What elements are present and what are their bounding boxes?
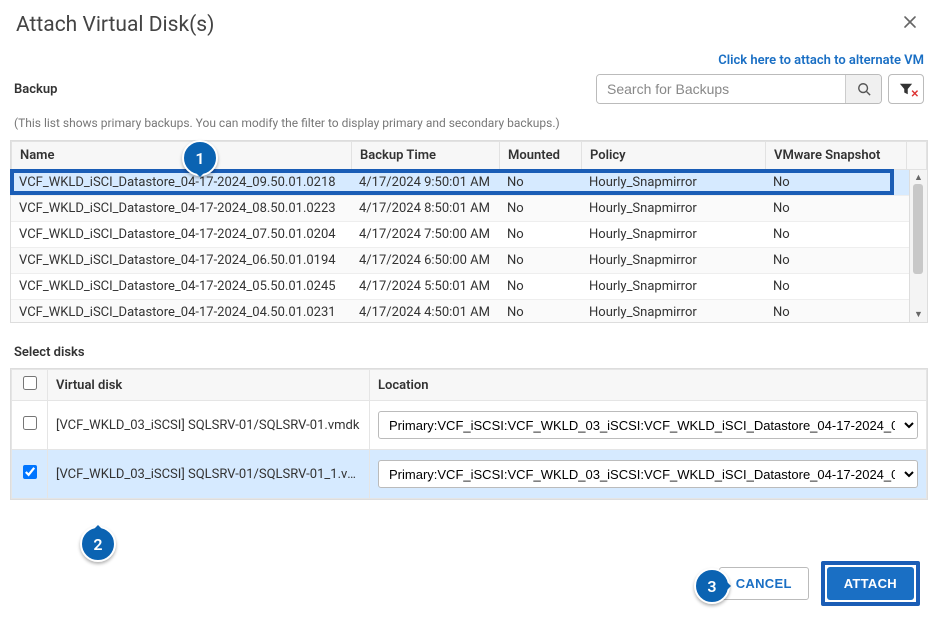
attach-button-highlight: ATTACH: [821, 561, 920, 606]
backup-cell-name: VCF_WKLD_iSCI_Datastore_04-17-2024_06.50…: [11, 248, 351, 274]
filter-clear-icon: ✕: [911, 89, 919, 100]
backup-cell-name: VCF_WKLD_iSCI_Datastore_04-17-2024_04.50…: [11, 300, 351, 323]
backup-cell-snapshot: No: [765, 300, 909, 323]
select-all-disks-checkbox[interactable]: [23, 376, 37, 390]
backup-cell-mounted: No: [499, 248, 581, 274]
col-name[interactable]: Name: [12, 142, 352, 170]
disk-checkbox[interactable]: [23, 465, 37, 479]
search-icon: [857, 82, 871, 96]
col-backup-time[interactable]: Backup Time: [352, 142, 500, 170]
search-input[interactable]: [597, 75, 845, 103]
scroll-thumb[interactable]: [913, 184, 923, 274]
scroll-down-icon[interactable]: ▼: [910, 309, 927, 320]
search-button[interactable]: [845, 75, 881, 103]
scroll-up-icon[interactable]: ▲: [910, 172, 927, 183]
backup-row[interactable]: VCF_WKLD_iSCI_Datastore_04-17-2024_07.50…: [11, 222, 909, 248]
col-mounted[interactable]: Mounted: [500, 142, 582, 170]
col-location[interactable]: Location: [370, 370, 927, 401]
filter-button[interactable]: ✕: [888, 74, 924, 104]
backup-cell-snapshot: No: [765, 274, 909, 300]
callout-2: 2: [80, 526, 118, 574]
disk-row[interactable]: [VCF_WKLD_03_iSCSI] SQLSRV-01/SQLSRV-01_…: [12, 450, 927, 499]
disk-name: [VCF_WKLD_03_iSCSI] SQLSRV-01/SQLSRV-01_…: [48, 450, 370, 499]
backup-hint: (This list shows primary backups. You ca…: [10, 110, 928, 140]
close-icon[interactable]: [896, 12, 924, 37]
backup-row[interactable]: VCF_WKLD_iSCI_Datastore_04-17-2024_08.50…: [11, 196, 909, 222]
backup-row[interactable]: VCF_WKLD_iSCI_Datastore_04-17-2024_06.50…: [11, 248, 909, 274]
backup-cell-mounted: No: [499, 196, 581, 222]
backup-section-label: Backup: [14, 82, 57, 97]
backup-cell-name: VCF_WKLD_iSCI_Datastore_04-17-2024_08.50…: [11, 196, 351, 222]
disk-location-select[interactable]: Primary:VCF_iSCSI:VCF_WKLD_03_iSCSI:VCF_…: [378, 460, 918, 488]
backup-cell-policy: Hourly_Snapmirror: [581, 274, 765, 300]
backup-cell-snapshot: No: [765, 170, 909, 196]
backup-row[interactable]: VCF_WKLD_iSCI_Datastore_04-17-2024_04.50…: [11, 300, 909, 323]
col-snapshot[interactable]: VMware Snapshot: [766, 142, 907, 170]
backup-cell-time: 4/17/2024 4:50:01 AM: [351, 300, 499, 323]
disks-table: Virtual disk Location [VCF_WKLD_03_iSCSI…: [10, 368, 928, 500]
disk-row[interactable]: [VCF_WKLD_03_iSCSI] SQLSRV-01/SQLSRV-01.…: [12, 401, 927, 450]
col-policy[interactable]: Policy: [582, 142, 766, 170]
backup-cell-policy: Hourly_Snapmirror: [581, 170, 765, 196]
backup-cell-mounted: No: [499, 300, 581, 323]
backup-cell-time: 4/17/2024 9:50:01 AM: [351, 170, 499, 196]
backup-scrollbar[interactable]: ▲ ▼: [909, 170, 927, 322]
cancel-button[interactable]: CANCEL: [719, 567, 809, 600]
backup-cell-time: 4/17/2024 8:50:01 AM: [351, 196, 499, 222]
backup-cell-time: 4/17/2024 6:50:00 AM: [351, 248, 499, 274]
backup-cell-policy: Hourly_Snapmirror: [581, 222, 765, 248]
backup-cell-snapshot: No: [765, 196, 909, 222]
select-disks-label: Select disks: [10, 323, 928, 368]
backup-cell-mounted: No: [499, 170, 581, 196]
backup-cell-time: 4/17/2024 5:50:01 AM: [351, 274, 499, 300]
backup-cell-policy: Hourly_Snapmirror: [581, 300, 765, 323]
attach-alternate-vm-link[interactable]: Click here to attach to alternate VM: [718, 53, 924, 68]
backup-table: Name Backup Time Mounted Policy VMware S…: [10, 140, 928, 323]
disk-location-select[interactable]: Primary:VCF_iSCSI:VCF_WKLD_03_iSCSI:VCF_…: [378, 411, 918, 439]
dialog-title: Attach Virtual Disk(s): [16, 13, 214, 37]
backup-cell-name: VCF_WKLD_iSCI_Datastore_04-17-2024_05.50…: [11, 274, 351, 300]
disk-name: [VCF_WKLD_03_iSCSI] SQLSRV-01/SQLSRV-01.…: [48, 401, 370, 450]
backup-cell-mounted: No: [499, 274, 581, 300]
attach-button[interactable]: ATTACH: [827, 567, 914, 600]
backup-cell-policy: Hourly_Snapmirror: [581, 248, 765, 274]
backup-row[interactable]: VCF_WKLD_iSCI_Datastore_04-17-2024_05.50…: [11, 274, 909, 300]
col-virtual-disk[interactable]: Virtual disk: [48, 370, 370, 401]
backup-cell-mounted: No: [499, 222, 581, 248]
backup-cell-name: VCF_WKLD_iSCI_Datastore_04-17-2024_07.50…: [11, 222, 351, 248]
disk-checkbox[interactable]: [23, 416, 37, 430]
backup-cell-time: 4/17/2024 7:50:00 AM: [351, 222, 499, 248]
backup-cell-snapshot: No: [765, 248, 909, 274]
backup-cell-name: VCF_WKLD_iSCI_Datastore_04-17-2024_09.50…: [11, 170, 351, 196]
backup-row[interactable]: VCF_WKLD_iSCI_Datastore_04-17-2024_09.50…: [11, 170, 909, 196]
backup-cell-policy: Hourly_Snapmirror: [581, 196, 765, 222]
backup-cell-snapshot: No: [765, 222, 909, 248]
